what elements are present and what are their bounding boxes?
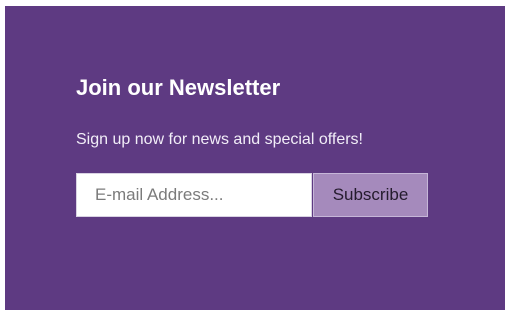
newsletter-panel: Join our Newsletter Sign up now for news…: [5, 6, 505, 310]
newsletter-title: Join our Newsletter: [76, 75, 281, 100]
email-input[interactable]: [76, 173, 312, 217]
subscribe-button[interactable]: Subscribe: [313, 173, 428, 217]
newsletter-subtitle: Sign up now for news and special offers!: [76, 131, 363, 148]
newsletter-form: Subscribe: [76, 173, 428, 217]
